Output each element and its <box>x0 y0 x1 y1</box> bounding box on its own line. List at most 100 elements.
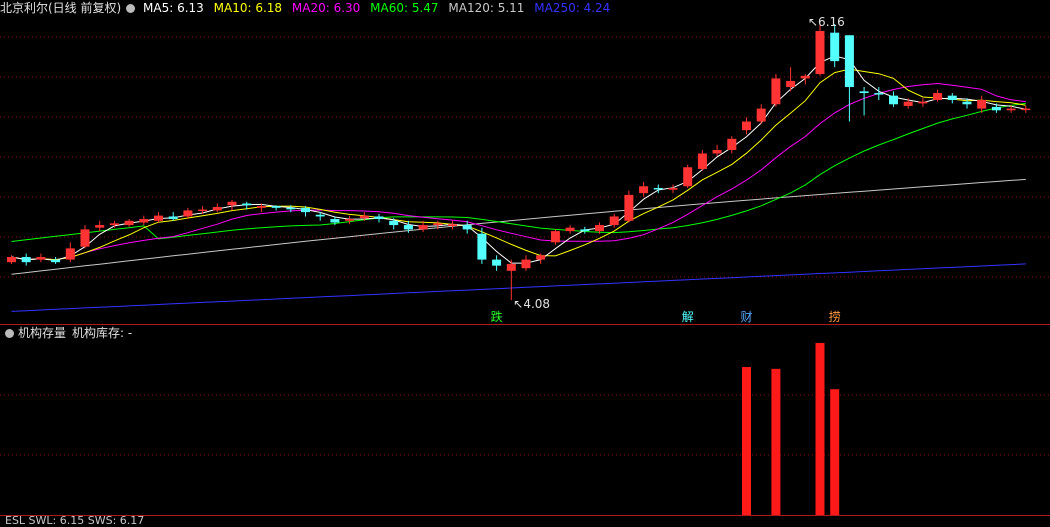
candle-body <box>874 93 884 95</box>
candle-body <box>124 220 134 226</box>
candle-body <box>742 121 751 131</box>
ma60-line <box>11 102 1026 242</box>
price-annotations: ↖6.16 ↖4.08 <box>513 15 844 311</box>
candle <box>756 104 766 125</box>
candle-body <box>374 216 384 220</box>
institution-bar <box>742 367 751 515</box>
ma20-label: MA20: 6.30 <box>291 1 361 15</box>
candle <box>844 35 854 122</box>
candle-body <box>198 209 208 212</box>
candlesticks <box>7 24 1031 301</box>
candle-body <box>109 223 119 226</box>
high-price-label: ↖6.16 <box>808 15 845 29</box>
candle-body <box>844 35 854 88</box>
candle-body <box>683 167 693 187</box>
ma5-line <box>11 55 1026 264</box>
candle-body <box>609 216 619 226</box>
candle <box>124 219 134 227</box>
grid-lines <box>0 36 1050 516</box>
candle-body <box>947 95 957 100</box>
candle-body <box>1021 108 1031 111</box>
candle-body <box>962 101 972 105</box>
candle-body <box>65 248 75 260</box>
candle <box>580 226 590 234</box>
candle-body <box>286 207 296 210</box>
ma10-label: MA10: 6.18 <box>213 1 283 15</box>
candle-body <box>51 259 61 263</box>
candle-body <box>95 225 105 228</box>
signal-label: 解 <box>682 310 694 324</box>
candle-body <box>462 225 472 230</box>
candle-body <box>1006 108 1016 111</box>
moving-average-lines <box>11 55 1026 312</box>
candle-body <box>448 224 457 226</box>
candle-body <box>639 186 649 194</box>
candle-body <box>154 215 163 221</box>
chart-canvas: ↖6.16 ↖4.08 跌 解 财 捞 <box>0 15 1050 516</box>
ma120-line <box>11 178 1026 275</box>
candle <box>154 212 163 223</box>
candle-body <box>80 229 90 247</box>
candle <box>536 253 546 264</box>
candle <box>550 229 560 245</box>
candle <box>727 136 737 154</box>
candle-body <box>21 257 31 263</box>
candle <box>198 206 208 214</box>
candle-body <box>506 263 516 271</box>
ma5-label: MA5: 6.13 <box>143 1 204 15</box>
candle <box>859 87 869 116</box>
candle <box>624 190 634 223</box>
candle-body <box>580 229 590 232</box>
chevron-down-icon[interactable] <box>5 329 14 338</box>
candle-body <box>477 233 487 260</box>
candle-body <box>168 216 178 220</box>
candle <box>448 220 457 230</box>
candle <box>51 257 61 264</box>
candle-body <box>315 214 325 217</box>
candle-body <box>727 138 737 151</box>
candle <box>65 242 75 263</box>
candle-body <box>859 91 869 94</box>
signal-label: 捞 <box>829 310 841 324</box>
bottom-indicator-text: ESL SWL: 6.15 SWS: 6.17 <box>5 514 145 527</box>
candle <box>771 74 781 107</box>
candle-body <box>815 30 825 75</box>
candle-body <box>595 225 604 232</box>
candle <box>139 215 149 226</box>
candle <box>227 200 237 211</box>
candle-body <box>330 219 340 223</box>
chevron-down-icon[interactable] <box>126 4 136 13</box>
candle-body <box>433 223 443 226</box>
candle <box>609 213 619 228</box>
candle <box>21 253 31 266</box>
ma10-line <box>11 68 1026 261</box>
candle-body <box>345 219 355 221</box>
candle-body <box>903 101 913 107</box>
candle-body <box>889 95 898 105</box>
candle <box>565 225 575 234</box>
candle <box>212 203 222 213</box>
sub-chart-header: 机构存量 机构库存: - <box>0 325 132 341</box>
stock-name: 北京利尔(日线 前复权) <box>0 1 122 15</box>
candle-body <box>933 93 943 100</box>
candle <box>786 67 796 92</box>
candle-body <box>668 187 678 190</box>
candle-body <box>991 106 1001 111</box>
candle-body <box>7 257 16 263</box>
candle-body <box>771 78 781 105</box>
main-chart-header: 北京利尔(日线 前复权) MA5: 6.13 MA10: 6.18 MA20: … <box>0 0 616 16</box>
institution-bars <box>742 342 840 515</box>
candle-body <box>36 257 46 260</box>
candle-body <box>359 215 369 219</box>
candle-body <box>624 194 634 221</box>
candle-body <box>536 255 546 260</box>
institution-bar <box>830 389 840 515</box>
candle-body <box>918 101 928 104</box>
candle-body <box>492 259 502 266</box>
indicator-name: 机构存量 <box>18 326 67 340</box>
candle <box>521 255 531 271</box>
candle-body <box>756 108 766 122</box>
candle <box>492 255 502 271</box>
candle-body <box>256 206 266 208</box>
candle-body <box>712 150 722 154</box>
